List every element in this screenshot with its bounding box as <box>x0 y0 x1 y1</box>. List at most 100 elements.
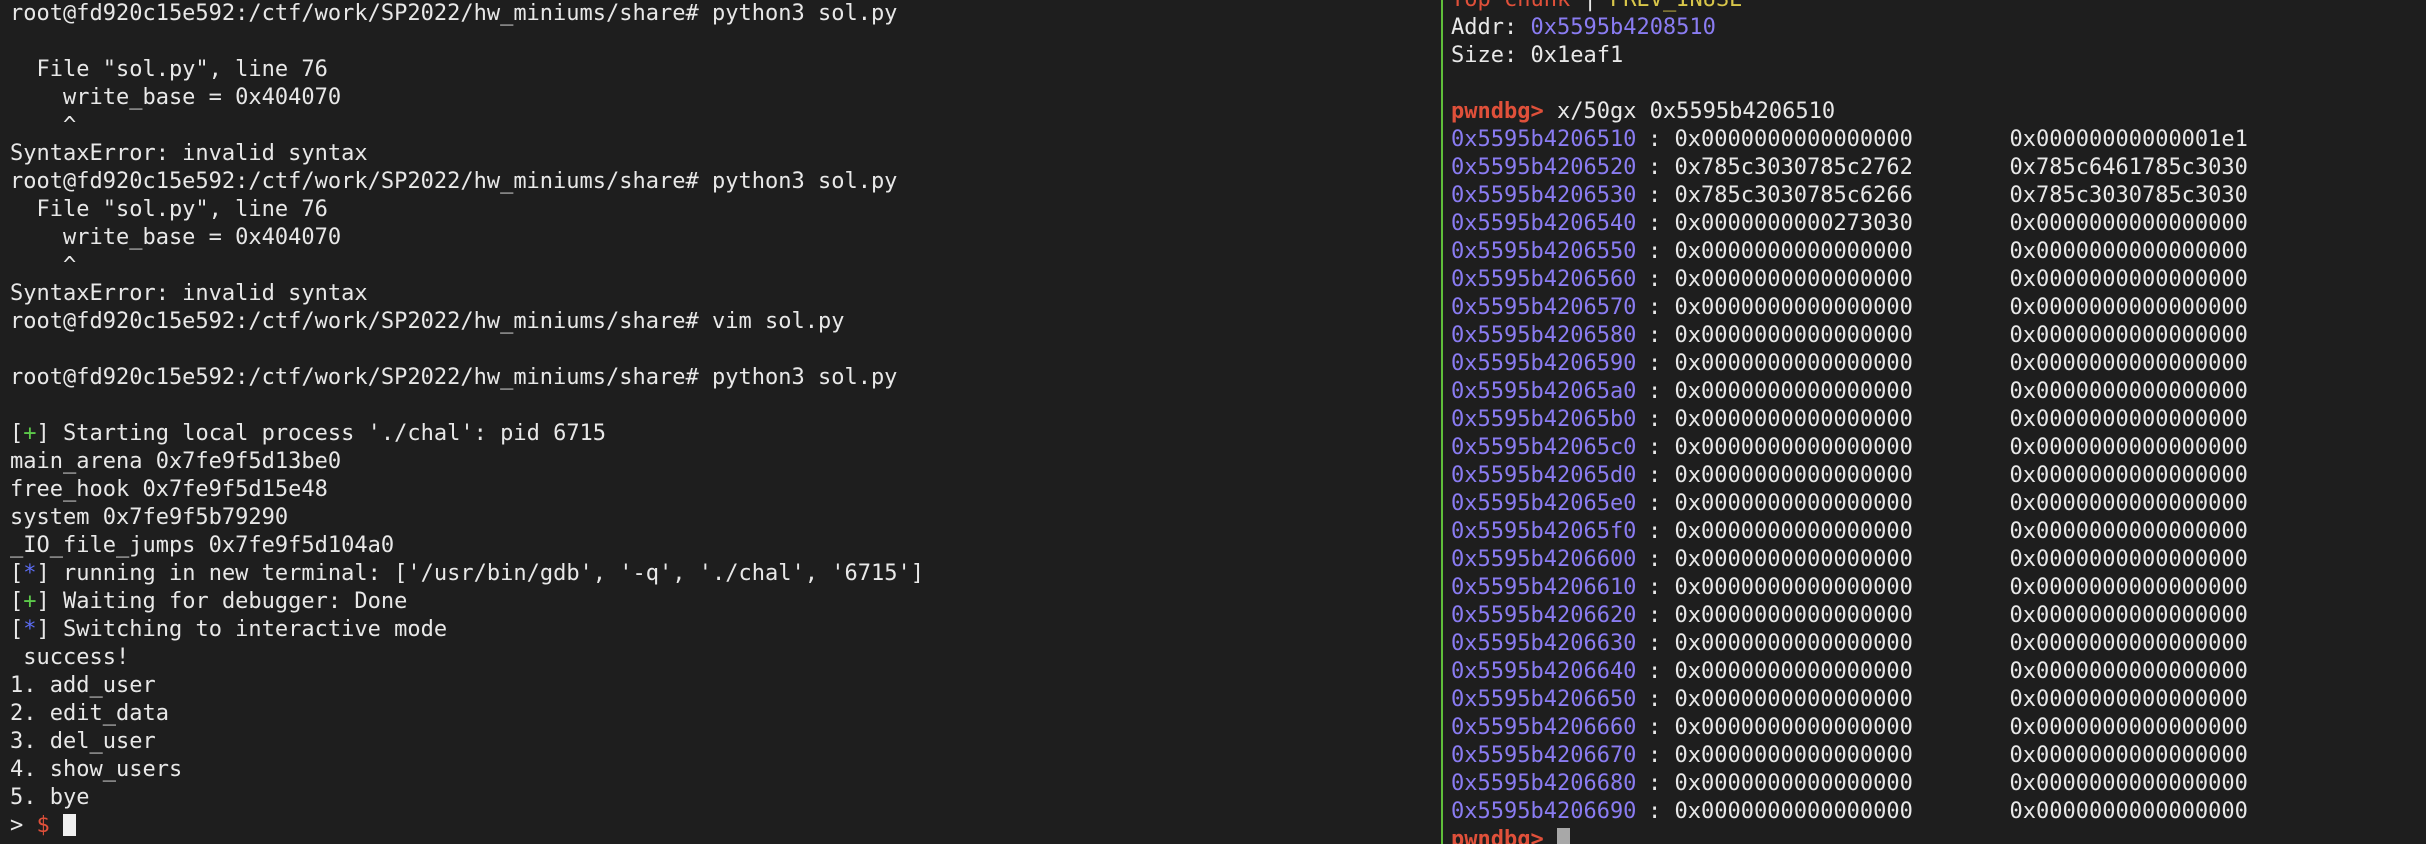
dollar-prompt: $ <box>36 813 63 838</box>
memory-value: 0x0000000000000000 <box>2009 715 2248 740</box>
memory-row: 0x5595b4206600: 0x0000000000000000 0x0000… <box>1451 546 2426 574</box>
colon-separator: : <box>1648 379 1675 404</box>
top-chunk-label: Top chunk <box>1451 0 1570 12</box>
menu-item: 2. edit_data <box>10 701 169 726</box>
memory-row: 0x5595b4206680: 0x0000000000000000 0x0000… <box>1451 770 2426 798</box>
memory-row: 0x5595b4206580: 0x0000000000000000 0x0000… <box>1451 322 2426 350</box>
log-line: [*] Switching to interactive mode <box>10 617 448 642</box>
colon-separator: : <box>1648 267 1675 292</box>
colon-separator: : <box>1648 799 1675 824</box>
memory-address: 0x5595b4206580 <box>1451 323 1637 348</box>
memory-value: 0x0000000000000000 <box>2009 239 2248 264</box>
memory-row: 0x5595b4206690: 0x0000000000000000 0x0000… <box>1451 798 2426 826</box>
command-line: root@fd920c15e592:/ctf/work/SP2022/hw_mi… <box>10 308 1441 336</box>
gdb-input-line[interactable]: pwndbg> <box>1451 826 2426 844</box>
colon-separator: : <box>1648 491 1675 516</box>
memory-address: 0x5595b42065b0 <box>1451 407 1637 432</box>
memory-address: 0x5595b42065f0 <box>1451 519 1637 544</box>
memory-value: 0x0000000000000000 <box>1674 715 1913 740</box>
colon-separator: : <box>1648 715 1675 740</box>
log-line: [*] running in new terminal: ['/usr/bin/… <box>10 561 924 586</box>
memory-value: 0x0000000000000000 <box>1674 463 1913 488</box>
memory-value: 0x0000000000000000 <box>2009 491 2248 516</box>
separator: | <box>1570 0 1610 12</box>
prev-inuse-flag: PREV_INUSE <box>1610 0 1742 12</box>
size-line: Size: 0x1eaf1 <box>1451 43 1624 68</box>
memory-address: 0x5595b4206530 <box>1451 183 1637 208</box>
memory-row: 0x5595b4206590: 0x0000000000000000 0x0000… <box>1451 350 2426 378</box>
memory-row: 0x5595b4206520: 0x785c3030785c2762 0x785c… <box>1451 154 2426 182</box>
star-icon: * <box>23 561 37 586</box>
memory-value: 0x0000000000000000 <box>1674 323 1913 348</box>
colon-separator: : <box>1648 547 1675 572</box>
memory-value: 0x0000000000000000 <box>1674 687 1913 712</box>
terminal-pane-right[interactable]: Top chunk | PREV_INUSE Addr: 0x5595b4208… <box>1443 0 2426 844</box>
memory-value: 0x0000000000000000 <box>1674 603 1913 628</box>
memory-row: 0x5595b4206610: 0x0000000000000000 0x0000… <box>1451 574 2426 602</box>
memory-row: 0x5595b42065e0: 0x0000000000000000 0x0000… <box>1451 490 2426 518</box>
menu-item: 4. show_users <box>10 757 183 782</box>
memory-value: 0x0000000000000000 <box>1674 267 1913 292</box>
memory-value: 0x0000000000000000 <box>1674 743 1913 768</box>
memory-address: 0x5595b4206550 <box>1451 239 1637 264</box>
cursor-icon <box>63 814 76 836</box>
memory-value: 0x785c6461785c3030 <box>2009 155 2248 180</box>
colon-separator: : <box>1648 631 1675 656</box>
memory-value: 0x0000000000000000 <box>2009 519 2248 544</box>
memory-value: 0x0000000000000000 <box>2009 547 2248 572</box>
memory-value: 0x0000000000000000 <box>1674 659 1913 684</box>
memory-value: 0x0000000000000000 <box>1674 379 1913 404</box>
output-line: _IO_file_jumps 0x7fe9f5d104a0 <box>10 533 395 558</box>
addr-label: Addr: <box>1451 15 1531 40</box>
terminal-output: root@fd920c15e592:/ctf/work/SP2022/hw_mi… <box>0 0 1441 840</box>
memory-address: 0x5595b4206630 <box>1451 631 1637 656</box>
memory-value: 0x0000000000000000 <box>2009 435 2248 460</box>
memory-value: 0x785c3030785c6266 <box>1674 183 1913 208</box>
memory-address: 0x5595b4206570 <box>1451 295 1637 320</box>
menu-item: 3. del_user <box>10 729 156 754</box>
memory-value: 0x0000000000000000 <box>1674 491 1913 516</box>
log-text: Switching to interactive mode <box>63 617 448 642</box>
memory-value: 0x0000000000000000 <box>1674 799 1913 824</box>
memory-value: 0x0000000000000000 <box>2009 463 2248 488</box>
colon-separator: : <box>1648 771 1675 796</box>
memory-value: 0x0000000000000000 <box>2009 603 2248 628</box>
memory-row: 0x5595b42065d0: 0x0000000000000000 0x0000… <box>1451 462 2426 490</box>
memory-value: 0x0000000000000000 <box>2009 743 2248 768</box>
memory-value: 0x0000000000000000 <box>1674 575 1913 600</box>
log-text: Waiting for debugger: Done <box>63 589 408 614</box>
memory-address: 0x5595b4206560 <box>1451 267 1637 292</box>
memory-value: 0x0000000000000000 <box>2009 295 2248 320</box>
memory-row: 0x5595b42065f0: 0x0000000000000000 0x0000… <box>1451 518 2426 546</box>
memory-row: 0x5595b42065c0: 0x0000000000000000 0x0000… <box>1451 434 2426 462</box>
memory-row: 0x5595b4206570: 0x0000000000000000 0x0000… <box>1451 294 2426 322</box>
pwndbg-prompt: pwndbg> <box>1451 827 1557 844</box>
plus-icon: + <box>23 421 37 446</box>
command-line: root@fd920c15e592:/ctf/work/SP2022/hw_mi… <box>10 0 1441 28</box>
cursor-icon <box>1556 828 1570 844</box>
syntax-error-line: SyntaxError: invalid syntax <box>10 281 368 306</box>
memory-address: 0x5595b4206640 <box>1451 659 1637 684</box>
memory-address: 0x5595b4206650 <box>1451 687 1637 712</box>
memory-row: 0x5595b42065b0: 0x0000000000000000 0x0000… <box>1451 406 2426 434</box>
memory-address: 0x5595b42065a0 <box>1451 379 1637 404</box>
memory-value: 0x0000000000000000 <box>2009 659 2248 684</box>
addr-line: Addr: 0x5595b4208510 <box>1451 14 2426 42</box>
memory-address: 0x5595b42065e0 <box>1451 491 1637 516</box>
gdb-command: x/50gx 0x5595b4206510 <box>1543 99 1836 124</box>
memory-row: 0x5595b42065a0: 0x0000000000000000 0x0000… <box>1451 378 2426 406</box>
terminal-pane-left[interactable]: root@fd920c15e592:/ctf/work/SP2022/hw_mi… <box>0 0 1441 844</box>
star-icon: * <box>23 617 37 642</box>
memory-value: 0x00000000000001e1 <box>2009 127 2248 152</box>
memory-address: 0x5595b4206670 <box>1451 743 1637 768</box>
input-prompt-line[interactable]: > $ <box>10 812 1441 840</box>
memory-value: 0x0000000000000000 <box>1674 407 1913 432</box>
memory-row: 0x5595b4206640: 0x0000000000000000 0x0000… <box>1451 658 2426 686</box>
colon-separator: : <box>1648 407 1675 432</box>
menu-item: 5. bye <box>10 785 90 810</box>
colon-separator: : <box>1648 743 1675 768</box>
memory-value: 0x0000000000000000 <box>2009 687 2248 712</box>
